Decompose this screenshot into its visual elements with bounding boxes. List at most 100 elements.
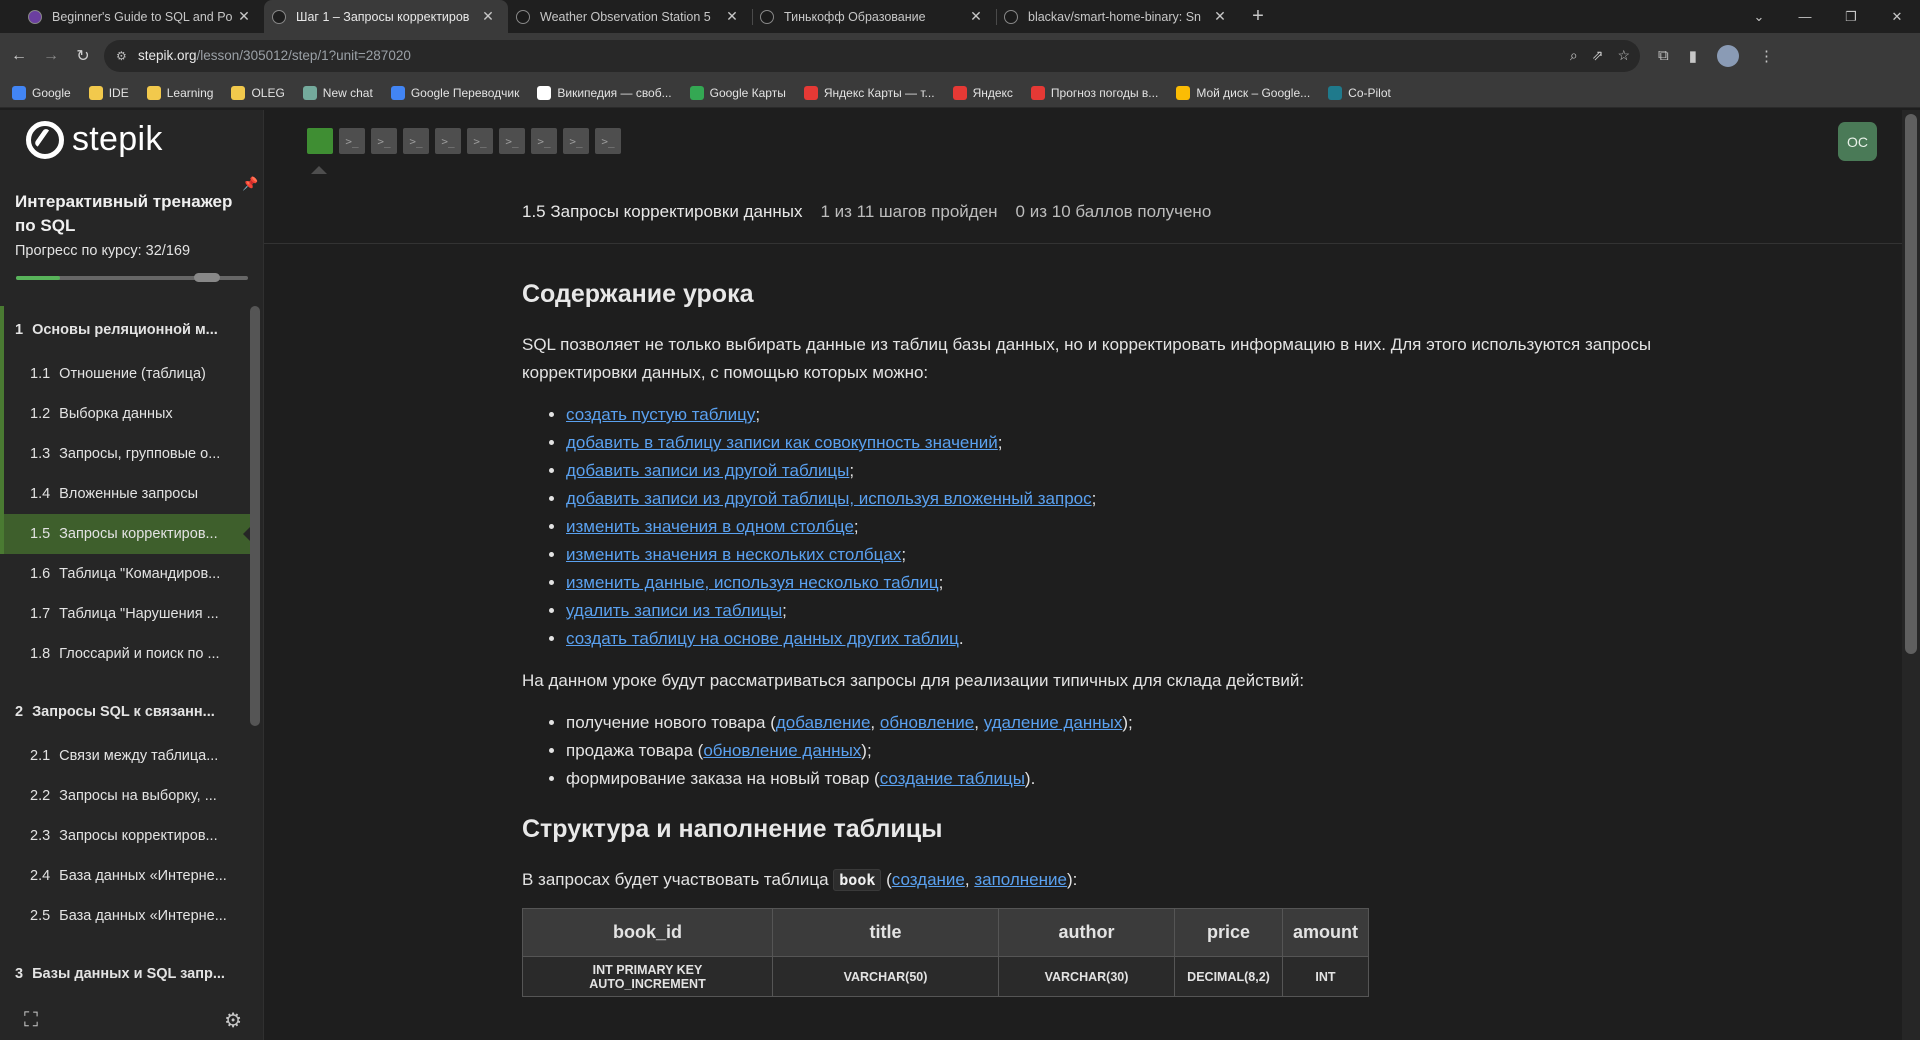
- step-button[interactable]: >_: [403, 128, 429, 154]
- bookmark-item[interactable]: Google Переводчик: [390, 85, 519, 100]
- toc-label: Основы реляционной м...: [32, 322, 218, 338]
- lesson-link[interactable]: изменить данные, используя несколько таб…: [566, 573, 939, 592]
- lesson-link[interactable]: создать таблицу на основе данных других …: [566, 629, 959, 648]
- step-link[interactable]: создание: [892, 870, 965, 889]
- warehouse-actions-list: получение нового товара (добавление, обн…: [566, 709, 1682, 793]
- tab-title: Шаг 1 – Запросы корректиров: [296, 9, 470, 24]
- lesson-link[interactable]: изменить значения в нескольких столбцах: [566, 545, 901, 564]
- page-scrollbar-thumb[interactable]: [1905, 114, 1917, 654]
- step-button[interactable]: >_: [563, 128, 589, 154]
- toc-lesson[interactable]: 1.5 Запросы корректиров...: [0, 514, 250, 554]
- step-link[interactable]: создание таблицы: [880, 769, 1025, 788]
- window-controls: ⌄ — ❐ ✕: [1736, 0, 1920, 33]
- bookmark-label: Google: [32, 85, 71, 100]
- lesson-link[interactable]: добавить записи из другой таблицы, испол…: [566, 489, 1092, 508]
- list-item: изменить данные, используя несколько таб…: [566, 569, 1682, 597]
- zoom-icon[interactable]: ⌕: [1570, 47, 1578, 64]
- browser-tab[interactable]: Beginner's Guide to SQL and Po ✕: [20, 0, 264, 33]
- side-panel-icon[interactable]: ▮: [1689, 47, 1697, 65]
- lesson-link[interactable]: изменить значения в одном столбце: [566, 517, 854, 536]
- tab-search-icon[interactable]: ⌄: [1736, 0, 1782, 33]
- new-tab-button[interactable]: +: [1240, 0, 1276, 33]
- table-of-contents: 1 Основы реляционной м... 1.1 Отношение (та…: [0, 306, 250, 998]
- toc-lesson[interactable]: 2.1 Связи между таблица...: [0, 736, 250, 776]
- tab-close-icon[interactable]: ✕: [1212, 8, 1228, 25]
- browser-tab[interactable]: blackav/smart-home-binary: Sn ✕: [996, 0, 1240, 33]
- step-button[interactable]: >_: [371, 128, 397, 154]
- bookmark-item[interactable]: Прогноз погоды в...: [1030, 85, 1158, 100]
- step-link[interactable]: обновление данных: [703, 741, 861, 760]
- bookmark-label: New chat: [322, 85, 373, 100]
- step-button[interactable]: >_: [467, 128, 493, 154]
- toc-lesson[interactable]: 1.4 Вложенные запросы: [0, 474, 250, 514]
- step-button[interactable]: >_: [435, 128, 461, 154]
- toc-lesson[interactable]: 1.6 Таблица "Командиров...: [0, 554, 250, 594]
- stepik-logo[interactable]: stepik: [26, 120, 163, 159]
- lesson-link[interactable]: добавить в таблицу записи как совокупнос…: [566, 433, 998, 452]
- lesson-link[interactable]: добавить записи из другой таблицы: [566, 461, 849, 480]
- bookmark-item[interactable]: Мой диск – Google...: [1176, 85, 1310, 100]
- browser-tab[interactable]: Weather Observation Station 5 ✕: [508, 0, 752, 33]
- toc-lesson[interactable]: 1.2 Выборка данных: [0, 394, 250, 434]
- tab-close-icon[interactable]: ✕: [236, 8, 252, 25]
- toc-module[interactable]: 2 Запросы SQL к связанн...: [0, 688, 250, 736]
- address-bar[interactable]: ⚙ stepik.org/lesson/305012/step/1?unit=2…: [104, 39, 1640, 72]
- bookmark-item[interactable]: OLEG: [231, 85, 285, 100]
- settings-gear-icon[interactable]: ⚙: [224, 1008, 242, 1033]
- toc-lesson[interactable]: 2.5 База данных «Интерне...: [0, 896, 250, 936]
- browser-tab[interactable]: Тинькофф Образование ✕: [752, 0, 996, 33]
- lesson-link[interactable]: создать пустую таблицу: [566, 405, 755, 424]
- bookmark-item[interactable]: Яндекс: [952, 85, 1013, 100]
- share-icon[interactable]: ⇗: [1592, 47, 1604, 64]
- tab-close-icon[interactable]: ✕: [724, 8, 740, 25]
- user-avatar[interactable]: OC: [1838, 122, 1877, 161]
- tab-close-icon[interactable]: ✕: [480, 8, 496, 25]
- course-title[interactable]: Интерактивный тренажер по SQL: [15, 190, 245, 238]
- fullscreen-icon[interactable]: ⛶: [24, 1009, 38, 1032]
- step-link[interactable]: удаление данных: [984, 713, 1123, 732]
- bookmark-item[interactable]: Википедия — своб...: [537, 85, 672, 100]
- toc-lesson[interactable]: 1.3 Запросы, групповые о...: [0, 434, 250, 474]
- bookmark-item[interactable]: New chat: [302, 85, 373, 100]
- menu-icon[interactable]: ⋮: [1759, 47, 1774, 65]
- toc-lesson[interactable]: 1.1 Отношение (таблица): [0, 354, 250, 394]
- restore-button[interactable]: ❐: [1828, 0, 1874, 33]
- toc-lesson[interactable]: 2.4 База данных «Интерне...: [0, 856, 250, 896]
- bookmark-item[interactable]: Co-Pilot: [1328, 85, 1391, 100]
- step-link[interactable]: добавление: [776, 713, 871, 732]
- step-link[interactable]: заполнение: [974, 870, 1067, 889]
- step-button[interactable]: >_: [531, 128, 557, 154]
- bookmark-item[interactable]: Яндекс Карты — т...: [803, 85, 935, 100]
- bookmark-item[interactable]: IDE: [88, 85, 129, 100]
- step-link[interactable]: обновление: [880, 713, 974, 732]
- page-scrollbar[interactable]: [1902, 110, 1920, 1040]
- bookmark-star-icon[interactable]: ☆: [1617, 47, 1630, 64]
- minimize-button[interactable]: —: [1782, 0, 1828, 33]
- step-button[interactable]: >_: [499, 128, 525, 154]
- sidebar-scrollbar[interactable]: [250, 306, 260, 726]
- toc-module[interactable]: 1 Основы реляционной м...: [0, 306, 250, 354]
- bookmark-item[interactable]: Google Карты: [689, 85, 786, 100]
- toc-lesson[interactable]: 1.8 Глоссарий и поиск по ...: [0, 634, 250, 674]
- tab-close-icon[interactable]: ✕: [968, 8, 984, 25]
- tab-title: Тинькофф Образование: [784, 9, 926, 24]
- toc-lesson[interactable]: 2.3 Запросы корректиров...: [0, 816, 250, 856]
- lesson-link[interactable]: удалить записи из таблицы: [566, 601, 782, 620]
- bookmark-item[interactable]: Learning: [146, 85, 213, 100]
- forward-icon[interactable]: →: [38, 43, 64, 69]
- toc-module[interactable]: 3 Базы данных и SQL запр...: [0, 950, 250, 998]
- step-button[interactable]: >_: [339, 128, 365, 154]
- site-info-icon[interactable]: ⚙: [116, 49, 132, 63]
- browser-tab[interactable]: Шаг 1 – Запросы корректиров ✕: [264, 0, 508, 33]
- toc-lesson[interactable]: 1.7 Таблица "Нарушения ...: [0, 594, 250, 634]
- bookmark-item[interactable]: Google: [12, 85, 71, 100]
- step-button[interactable]: [307, 128, 333, 154]
- close-window-button[interactable]: ✕: [1874, 0, 1920, 33]
- browser-toolbar: ← → ↻ ⚙ stepik.org/lesson/305012/step/1?…: [0, 33, 1920, 78]
- back-icon[interactable]: ←: [6, 43, 32, 69]
- extensions-icon[interactable]: ⧉: [1658, 47, 1669, 64]
- profile-avatar[interactable]: [1716, 44, 1739, 67]
- reload-icon[interactable]: ↻: [70, 43, 96, 69]
- step-button[interactable]: >_: [595, 128, 621, 154]
- toc-lesson[interactable]: 2.2 Запросы на выборку, ...: [0, 776, 250, 816]
